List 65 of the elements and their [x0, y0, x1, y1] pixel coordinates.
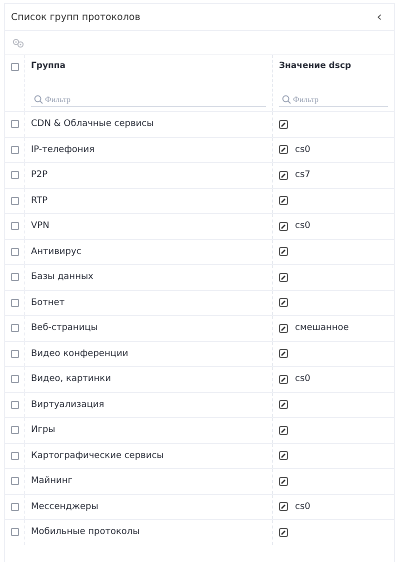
- edit-icon[interactable]: [279, 170, 288, 180]
- checkbox[interactable]: [10, 477, 18, 486]
- table-cell: P2P: [31, 170, 48, 180]
- table-cell: cs0: [295, 374, 310, 384]
- edit-icon[interactable]: [279, 426, 288, 435]
- table-cell: Веб-страницы: [31, 323, 98, 334]
- table-cell: Мобильные протоколы: [31, 527, 140, 538]
- edit-icon[interactable]: [279, 349, 288, 358]
- checkbox[interactable]: [10, 528, 18, 536]
- edit-icon[interactable]: [279, 374, 288, 384]
- collapse-button[interactable]: ‹: [372, 10, 386, 24]
- checkbox[interactable]: [10, 502, 18, 511]
- edit-icon[interactable]: [279, 196, 288, 206]
- search-icon[interactable]: [34, 95, 43, 104]
- gears-icon[interactable]: [12, 38, 24, 48]
- table-cell: Майнинг: [31, 476, 72, 486]
- table-cell: Виртуализация: [31, 400, 104, 410]
- table-cell: CDN & Облачные сервисы: [31, 119, 154, 130]
- search-icon[interactable]: [282, 95, 291, 104]
- checkbox[interactable]: [10, 452, 18, 460]
- checkbox[interactable]: [10, 324, 18, 332]
- edit-icon[interactable]: [279, 451, 288, 460]
- checkbox[interactable]: [10, 146, 18, 154]
- checkbox[interactable]: [10, 350, 18, 358]
- checkbox[interactable]: [10, 375, 18, 384]
- checkbox[interactable]: [10, 171, 18, 180]
- column-header[interactable]: Группа: [31, 61, 266, 71]
- table-cell: Базы данных: [31, 272, 94, 282]
- table-cell: Видео конференции: [31, 348, 128, 359]
- column-header[interactable]: Значение dscp: [279, 61, 388, 71]
- table-cell: смешанное: [295, 323, 349, 334]
- edit-icon[interactable]: [279, 120, 288, 129]
- edit-icon[interactable]: [279, 272, 288, 282]
- table-cell: Игры: [31, 425, 56, 436]
- table-cell: Антивирус: [31, 246, 82, 257]
- table-cell: cs0: [295, 144, 310, 155]
- checkbox[interactable]: [10, 63, 18, 71]
- checkbox[interactable]: [10, 273, 18, 282]
- edit-icon[interactable]: [279, 400, 288, 410]
- table-cell: Видео, картинки: [31, 374, 111, 384]
- checkbox[interactable]: [10, 120, 18, 128]
- edit-icon[interactable]: [279, 502, 288, 512]
- checkbox[interactable]: [10, 222, 18, 230]
- edit-icon[interactable]: [279, 298, 288, 308]
- edit-icon[interactable]: [279, 145, 288, 154]
- edit-icon[interactable]: [279, 528, 288, 537]
- table-cell: VPN: [31, 221, 50, 232]
- table-cell: Ботнет: [31, 298, 65, 308]
- table-cell: Мессенджеры: [31, 502, 98, 512]
- edit-icon[interactable]: [279, 476, 288, 486]
- panel-title: Список групп протоколов: [11, 12, 140, 22]
- checkbox[interactable]: [10, 248, 18, 256]
- checkbox[interactable]: [10, 196, 18, 205]
- checkbox[interactable]: [10, 400, 18, 409]
- table-cell: IP-телефония: [31, 144, 95, 155]
- checkbox[interactable]: [10, 426, 18, 434]
- edit-icon[interactable]: [279, 324, 288, 333]
- table-cell: RTP: [31, 196, 48, 206]
- table-cell: cs0: [295, 221, 310, 232]
- edit-icon[interactable]: [279, 247, 288, 256]
- edit-icon[interactable]: [279, 222, 288, 231]
- table-cell: cs0: [295, 502, 310, 512]
- checkbox[interactable]: [10, 298, 18, 307]
- table-cell: cs7: [295, 170, 310, 180]
- table-cell: Картографические сервисы: [31, 450, 164, 461]
